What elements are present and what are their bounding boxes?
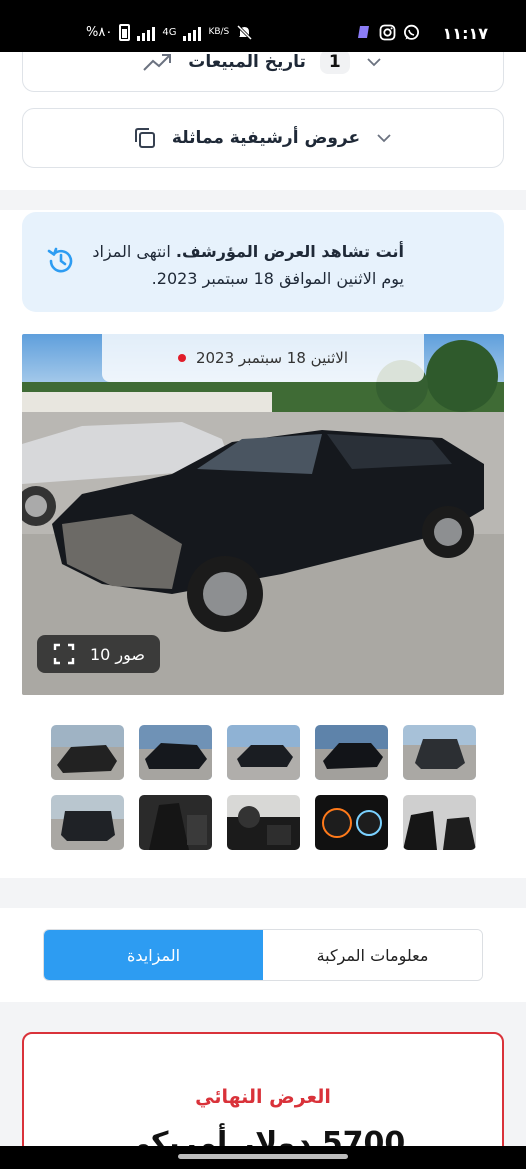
thumbnail[interactable] (315, 795, 388, 850)
thumbnail[interactable] (139, 795, 212, 850)
battery-icon (119, 24, 131, 41)
chevron-down-icon (377, 134, 391, 143)
thumbnail[interactable] (403, 795, 476, 850)
page: تاريخ المبيعات 1 عروض أرشيفية مماثلة أنت… (0, 52, 526, 1169)
thumbnail[interactable] (227, 795, 300, 850)
tab-vehicle-info[interactable]: معلومات المركبة (263, 930, 482, 980)
thumbnail[interactable] (403, 725, 476, 780)
main-photo[interactable]: الاثنين 18 سبتمبر 2023 صور 10 (22, 334, 504, 695)
history-icon (47, 247, 73, 273)
network-type: 4G (162, 26, 177, 38)
clock: ١١:١٧ (442, 24, 488, 43)
top-section: تاريخ المبيعات 1 عروض أرشيفية مماثلة (0, 52, 526, 190)
notice-bold: أنت تشاهد العرض المؤرشف. (175, 242, 404, 261)
fullscreen-icon (53, 643, 75, 665)
thumbnail[interactable] (51, 795, 124, 850)
sales-history-label: تاريخ المبيعات (188, 52, 306, 72)
status-dot (177, 354, 186, 362)
tab-auction[interactable]: المزايدة (44, 930, 263, 980)
similar-archived-label: عروض أرشيفية مماثلة (171, 128, 361, 148)
sales-history-accordion[interactable]: تاريخ المبيعات 1 (22, 52, 504, 92)
copy-icon (134, 128, 155, 148)
mute-icon (237, 24, 253, 41)
home-indicator[interactable] (178, 1154, 348, 1159)
auction-date: الاثنين 18 سبتمبر 2023 (195, 349, 349, 367)
speed-unit: KB/S (208, 27, 230, 37)
status-apps (355, 24, 420, 41)
thumbnail[interactable] (227, 725, 300, 780)
thumbnail[interactable] (51, 725, 124, 780)
similar-archived-accordion[interactable]: عروض أرشيفية مماثلة (22, 108, 504, 168)
status-bar: %٨٠ 4G KB/S ١١:١٧ (0, 0, 526, 52)
sales-history-count: 1 (319, 52, 350, 74)
status-left: %٨٠ 4G KB/S (86, 24, 253, 41)
chevron-down-icon (367, 58, 381, 67)
trend-up-icon (143, 54, 172, 71)
thumbnail[interactable] (315, 725, 388, 780)
photos-count-label: صور 10 (89, 644, 146, 664)
tab-bar: المزايدة معلومات المركبة (43, 929, 483, 981)
signal-icon-2 (183, 25, 202, 41)
battery-percent: %٨٠ (86, 25, 113, 40)
view-photos-button[interactable]: صور 10 (37, 635, 160, 673)
app-icon (358, 26, 369, 38)
nav-bar (0, 1146, 526, 1169)
tabs-card: المزايدة معلومات المركبة (0, 908, 526, 1002)
whatsapp-icon (404, 24, 419, 40)
final-offer-title: العرض النهائي (195, 1086, 331, 1108)
auction-date-chip: الاثنين 18 سبتمبر 2023 (102, 334, 424, 382)
signal-icon (137, 25, 156, 41)
notice-text: أنت تشاهد العرض المؤرشف. انتهى المزاد يو… (74, 238, 404, 292)
instagram-icon (379, 24, 396, 41)
thumbnail[interactable] (139, 725, 212, 780)
thumbnail-grid (51, 725, 476, 850)
archived-notice: أنت تشاهد العرض المؤرشف. انتهى المزاد يو… (22, 212, 504, 312)
